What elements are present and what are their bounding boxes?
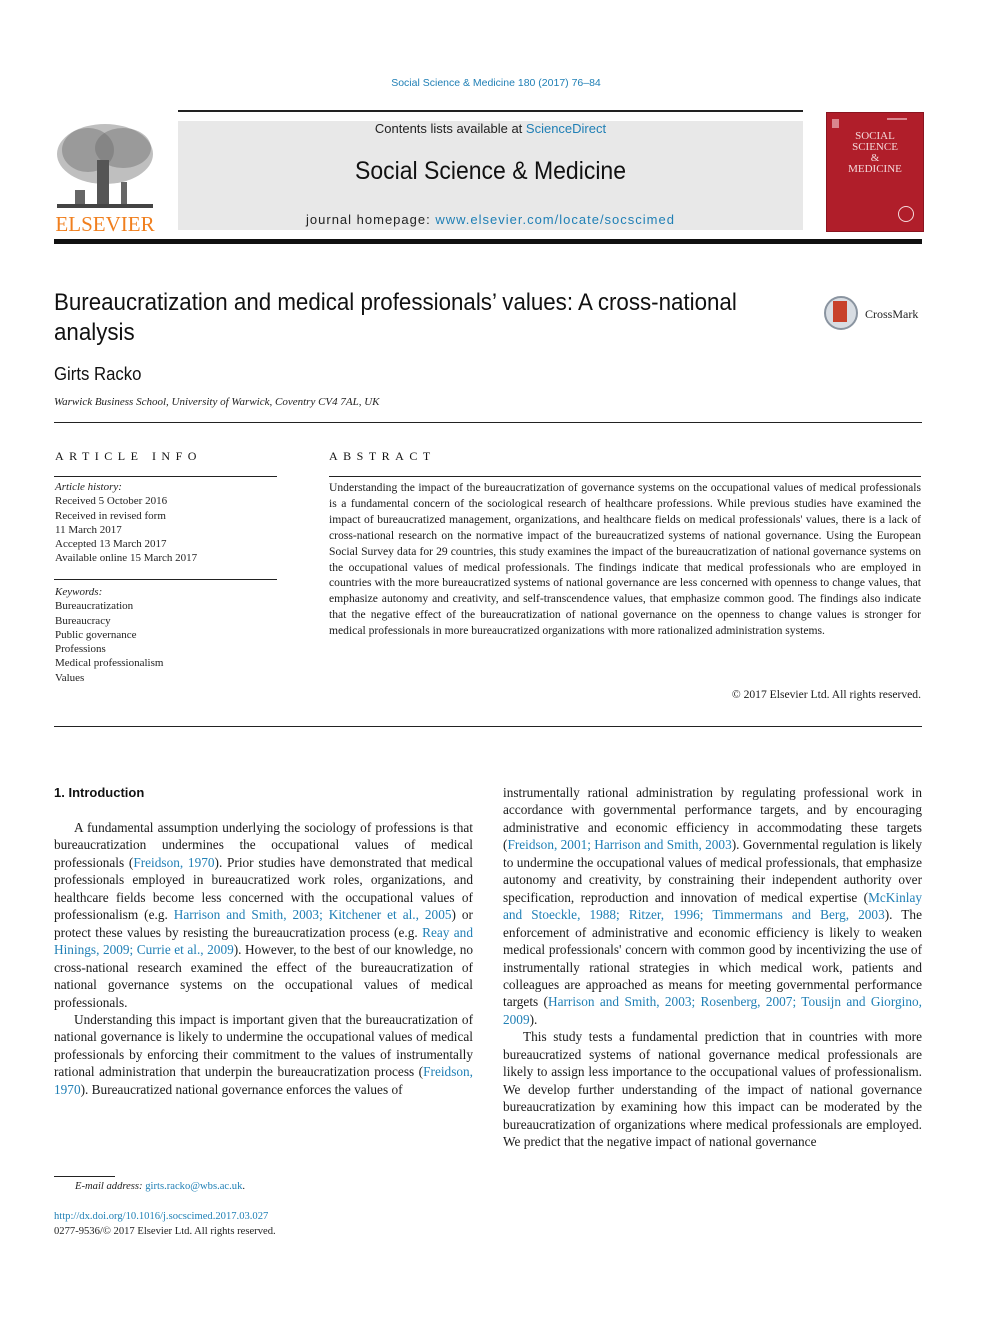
doi-link[interactable]: http://dx.doi.org/10.1016/j.socscimed.20… (54, 1211, 268, 1222)
issn-copyright: 0277-9536/© 2017 Elsevier Ltd. All right… (54, 1226, 276, 1237)
keywords: Keywords: Bureaucratization Bureaucracy … (55, 585, 277, 685)
contents-available-line: Contents lists available at ScienceDirec… (374, 121, 607, 136)
journal-cover-thumbnail[interactable]: SOCIAL SCIENCE & MEDICINE (826, 112, 924, 232)
email-footnote: E-mail address: girts.racko@wbs.ac.uk. (75, 1181, 246, 1192)
body-column-left: A fundamental assumption underlying the … (54, 819, 473, 1098)
paragraph: This study tests a fundamental predictio… (503, 1028, 922, 1150)
section-heading-introduction: 1. Introduction (54, 785, 145, 800)
history-item: Received in revised form (55, 509, 166, 522)
email-label: E-mail address: (75, 1181, 146, 1192)
paragraph-text: Understanding this impact is important g… (54, 1011, 473, 1080)
crossmark-ribbon-icon (833, 301, 847, 322)
crossmark-label: CrossMark (865, 307, 919, 321)
abstract-heading: ABSTRACT (329, 449, 436, 463)
keyword-item: Bureaucracy (55, 614, 111, 627)
history-item: 11 March 2017 (55, 523, 122, 536)
sciencedirect-link[interactable]: ScienceDirect (526, 121, 606, 136)
paragraph-text: This study tests a fundamental predictio… (503, 1029, 922, 1150)
header-top-rule (178, 110, 803, 112)
abstract-text: Understanding the impact of the bureaucr… (329, 481, 921, 638)
keyword-item: Bureaucratization (55, 600, 134, 613)
article-history: Article history: Received 5 October 2016… (55, 480, 277, 566)
body-column-right: instrumentally rational administration b… (503, 784, 922, 1151)
journal-homepage-link[interactable]: www.elsevier.com/locate/socscimed (435, 212, 675, 227)
elsevier-wordmark[interactable]: ELSEVIER (53, 212, 157, 237)
keyword-item: Values (55, 671, 85, 684)
footnote-rule (54, 1176, 115, 1177)
abstract-rule (329, 476, 921, 477)
citation-link[interactable]: Harrison and Smith, 2003; Rosenberg, 200… (503, 994, 922, 1026)
article-history-label: Article history: (55, 481, 122, 493)
citation-link[interactable]: Freidson, 2001; Harrison and Smith, 2003 (507, 837, 731, 852)
keyword-item: Professions (55, 643, 106, 656)
paragraph: Understanding this impact is important g… (54, 1011, 473, 1098)
author-email-link[interactable]: girts.racko@wbs.ac.uk (145, 1181, 242, 1192)
journal-homepage-line: journal homepage: www.elsevier.com/locat… (306, 212, 675, 227)
citation-link[interactable]: Harrison and Smith, 2003; Kitchener et a… (174, 907, 452, 922)
keyword-item: Medical professionalism (55, 657, 164, 670)
citation-link[interactable]: Freidson, 1970 (133, 855, 214, 870)
cover-volume-line (887, 118, 907, 120)
journal-masthead: Contents lists available at ScienceDirec… (178, 121, 803, 230)
paragraph-text: ). (529, 1011, 538, 1027)
paragraph: instrumentally rational administration b… (503, 784, 922, 1028)
history-item: Available online 15 March 2017 (55, 552, 198, 565)
author-name[interactable]: Girts Racko (54, 364, 141, 385)
journal-citation-link[interactable]: Social Science & Medicine 180 (2017) 76–… (0, 77, 992, 89)
keyword-item: Public governance (55, 628, 137, 641)
article-info-rule (54, 476, 277, 477)
author-affiliation: Warwick Business School, University of W… (54, 396, 380, 408)
cover-badge-icon (898, 206, 914, 222)
abstract-bottom-rule (54, 726, 922, 727)
article-info-heading: ARTICLE INFO (55, 449, 202, 463)
history-item: Received 5 October 2016 (55, 495, 168, 508)
paragraph: A fundamental assumption underlying the … (54, 819, 473, 1011)
article-title: Bureaucratization and medical profession… (54, 289, 737, 346)
keywords-rule (54, 579, 277, 580)
crossmark-button[interactable]: CrossMark (824, 296, 924, 336)
history-item: Accepted 13 March 2017 (55, 538, 167, 551)
paragraph-text: ). Bureaucratized national governance en… (80, 1081, 403, 1097)
cover-elsevier-mark (832, 119, 839, 128)
cover-title: SOCIAL SCIENCE & MEDICINE (848, 130, 902, 175)
abstract-copyright: © 2017 Elsevier Ltd. All rights reserved… (731, 688, 921, 701)
title-block-rule (54, 422, 922, 423)
journal-title: Social Science & Medicine (354, 157, 627, 185)
header-bottom-rule (54, 239, 922, 244)
keywords-label: Keywords: (55, 586, 103, 598)
